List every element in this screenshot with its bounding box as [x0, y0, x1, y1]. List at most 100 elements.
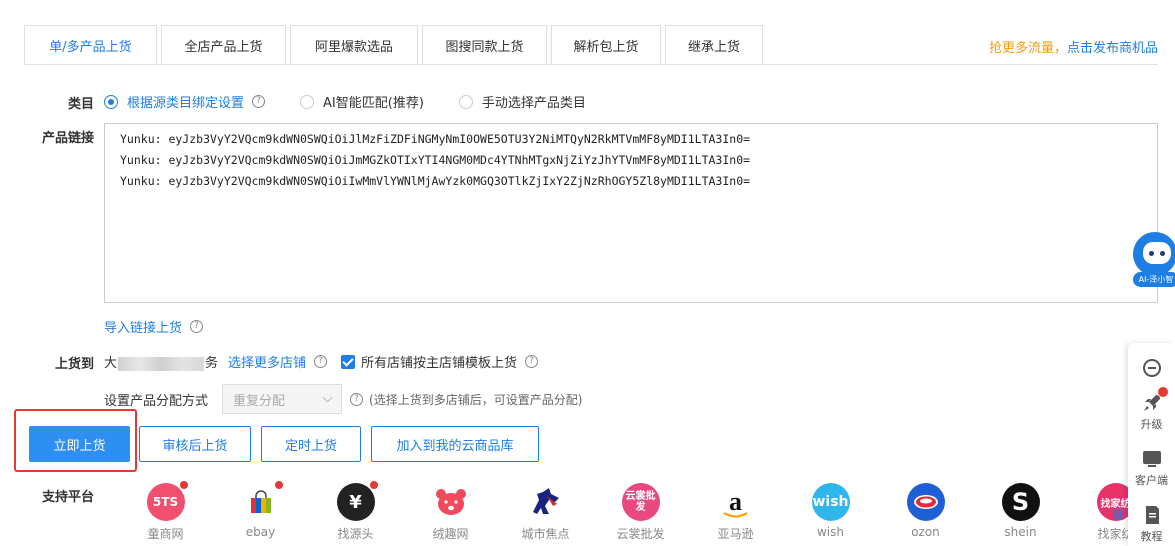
- platform-rongqu[interactable]: 绒趣网: [403, 483, 498, 542]
- logo-text: wish: [812, 494, 849, 510]
- tab-parse-package[interactable]: 解析包上货: [551, 25, 661, 65]
- monitor-icon: [1142, 449, 1162, 469]
- radio-ai-match[interactable]: AI智能匹配(推荐): [300, 92, 424, 111]
- help-icon[interactable]: ?: [525, 355, 539, 368]
- platform-name: 亚马逊: [717, 527, 754, 541]
- platform-shein[interactable]: S shein: [973, 483, 1068, 542]
- category-label: 类目: [67, 97, 94, 112]
- distribution-value: 重复分配: [233, 393, 286, 409]
- platforms-label: 支持平台: [41, 490, 94, 505]
- platform-name: shein: [1004, 525, 1037, 539]
- select-more-stores-link[interactable]: 选择更多店铺: [228, 352, 306, 371]
- template-checkbox-label: 所有店铺按主店铺模板上货: [361, 356, 518, 371]
- promo-link[interactable]: 点击发布商机品: [1067, 41, 1158, 56]
- platform-ozon[interactable]: ozon: [878, 483, 973, 542]
- logo-text: 云裳批发: [625, 491, 656, 513]
- shein-logo-icon: S: [1001, 483, 1040, 521]
- radio-label: 手动选择产品类目: [481, 96, 586, 111]
- yunshang-logo-icon: 云裳批发: [621, 483, 660, 521]
- shop-name-redacted: [118, 356, 205, 371]
- chevron-down-icon: [322, 392, 333, 402]
- tab-divider: [24, 64, 1158, 65]
- ai-assistant-button[interactable]: AI-泽小智: [1131, 232, 1175, 290]
- platform-name: 找源头: [337, 527, 374, 541]
- shop-row: 大务 选择更多店铺 ? 所有店铺按主店铺模板上货 ?: [104, 352, 539, 371]
- help-icon[interactable]: ?: [252, 95, 266, 108]
- link-line: Yunku: eyJzb3VyY2VQcm9kdWN0SWQiOiIwMmVlY…: [120, 174, 751, 188]
- bear-icon: [435, 489, 466, 515]
- wish-logo-icon: wish: [811, 483, 850, 521]
- notification-badge: [1157, 387, 1168, 397]
- platform-wish[interactable]: wish wish: [783, 483, 878, 542]
- side-upgrade-button[interactable]: 升级: [1128, 387, 1175, 432]
- platform-name: 绒趣网: [432, 527, 469, 541]
- upload-to-label: 上货到: [54, 357, 94, 372]
- side-tutorial-button[interactable]: 教程: [1128, 505, 1175, 544]
- help-icon[interactable]: ?: [350, 392, 364, 406]
- tab-single-multi[interactable]: 单/多产品上货: [24, 25, 157, 65]
- distribution-note: (选择上货到多店铺后，可设置产品分配): [369, 392, 583, 407]
- platform-name: ebay: [245, 525, 276, 539]
- side-collapse-button[interactable]: [1128, 359, 1175, 377]
- radio-manual-category[interactable]: 手动选择产品类目: [458, 92, 586, 111]
- side-client-button[interactable]: 客户端: [1128, 449, 1175, 488]
- distribution-label: 设置产品分配方式: [104, 393, 209, 409]
- logo-text: ¥: [349, 491, 362, 513]
- robot-icon: [1133, 232, 1175, 276]
- tab-whole-store[interactable]: 全店产品上货: [161, 25, 286, 65]
- distribution-row: 设置产品分配方式 重复分配 ? (选择上货到多店铺后，可设置产品分配): [104, 384, 582, 414]
- product-links-label: 产品链接: [41, 131, 94, 146]
- distribution-select[interactable]: 重复分配: [222, 384, 343, 414]
- bear-logo-icon: [432, 483, 470, 521]
- platform-tongshang[interactable]: 5TS 童商网: [118, 481, 213, 542]
- radio-dot: [300, 94, 315, 109]
- radio-label: AI智能匹配(推荐): [323, 96, 424, 111]
- expand-link[interactable]: 展: [1112, 506, 1124, 523]
- new-badge: [274, 481, 283, 489]
- platform-yunshang[interactable]: 云裳批发 云裳批发: [593, 483, 688, 542]
- link-line: Yunku: eyJzb3VyY2VQcm9kdWN0SWQiOiJmMGZkO…: [120, 153, 751, 167]
- horse-logo-icon: [527, 483, 565, 521]
- collapse-icon: [1142, 359, 1161, 377]
- logo-text: S: [1011, 488, 1030, 516]
- platform-zhaoyuantou[interactable]: ¥ 找源头: [308, 481, 403, 542]
- tab-inherit[interactable]: 继承上货: [665, 25, 763, 65]
- platform-list: 5TS 童商网 ebay ¥ 找源头 绒趣网 城市焦点 云裳批发 云裳批发 a …: [118, 481, 1163, 542]
- tab-image-search[interactable]: 图搜同款上货: [422, 25, 547, 65]
- amazon-logo-icon: a: [717, 483, 755, 521]
- promo-banner[interactable]: 抢更多流量，点击发布商机品: [989, 37, 1158, 56]
- platform-amazon[interactable]: a 亚马逊: [688, 483, 783, 542]
- robot-face: [1143, 242, 1171, 264]
- side-toolbar: 升级 客户端 教程: [1128, 343, 1175, 546]
- tongshang-logo-icon: 5TS: [146, 481, 188, 521]
- platform-name: wish: [816, 525, 844, 539]
- platform-name: ozon: [911, 525, 940, 539]
- side-upgrade-label: 升级: [1140, 418, 1163, 431]
- upload-now-button[interactable]: 立即上货: [29, 426, 130, 462]
- add-to-library-button[interactable]: 加入到我的云商品库: [371, 426, 539, 462]
- zhaoyuantou-logo-icon: ¥: [336, 481, 378, 521]
- promo-text: 抢更多流量，: [988, 41, 1067, 56]
- scheduled-upload-button[interactable]: 定时上货: [261, 426, 361, 462]
- platform-name: 云裳批发: [616, 527, 665, 541]
- platform-ebay[interactable]: ebay: [213, 481, 308, 542]
- help-icon[interactable]: ?: [314, 355, 328, 368]
- horse-icon: [532, 488, 559, 514]
- radio-source-category[interactable]: 根据源类目绑定设置 ?: [104, 92, 266, 111]
- radio-label: 根据源类目绑定设置: [127, 96, 245, 111]
- ozon-icon: [913, 495, 938, 509]
- new-badge: [369, 481, 378, 489]
- tab-ali-hot[interactable]: 阿里爆款选品: [290, 25, 418, 65]
- shop-name: 大务: [104, 352, 218, 371]
- product-links-textarea[interactable]: Yunku: eyJzb3VyY2VQcm9kdWN0SWQiOiJlMzFiZ…: [104, 123, 1158, 303]
- robot-eye: [1160, 251, 1165, 256]
- shopping-bag-icon: [250, 490, 271, 513]
- side-client-label: 客户端: [1135, 474, 1168, 487]
- upload-after-review-button[interactable]: 审核后上货: [139, 426, 251, 462]
- platform-city-focus[interactable]: 城市焦点: [498, 483, 593, 542]
- import-links-link[interactable]: 导入链接上货 ?: [104, 317, 204, 336]
- template-checkbox[interactable]: [341, 354, 356, 369]
- ozon-logo-icon: [906, 483, 945, 521]
- book-icon: [1142, 505, 1162, 525]
- help-icon[interactable]: ?: [190, 320, 204, 333]
